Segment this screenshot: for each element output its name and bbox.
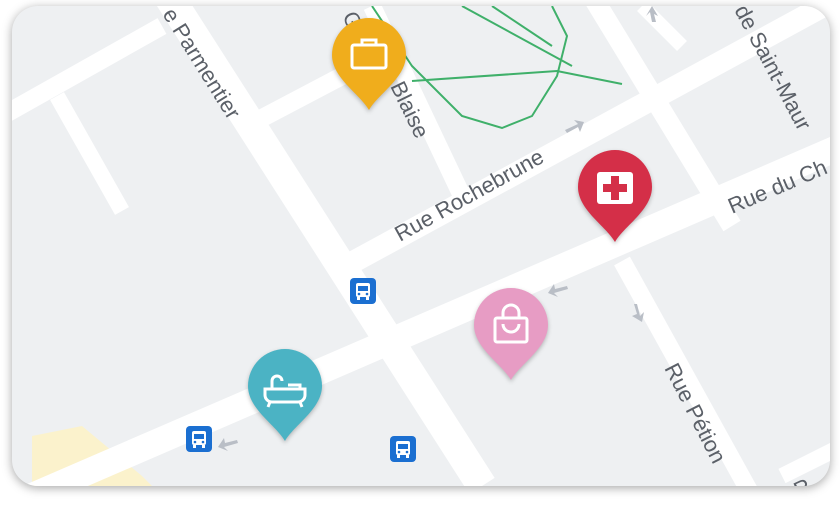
bus-stop-marker[interactable] — [186, 426, 212, 452]
bus-icon — [390, 436, 416, 462]
map-card[interactable]: e Parmentier G Blaise Rue Rochebrune de … — [12, 6, 830, 486]
street-label-rochebrune: Rue Rochebrune — [390, 144, 548, 247]
map-canvas[interactable]: e Parmentier G Blaise Rue Rochebrune de … — [12, 6, 830, 486]
bus-icon — [350, 278, 376, 304]
poi-pin-bath[interactable] — [248, 349, 322, 445]
poi-pin-medical[interactable] — [578, 150, 652, 246]
bus-icon — [186, 426, 212, 452]
bus-stop-marker[interactable] — [350, 278, 376, 304]
poi-pin-shopping[interactable] — [474, 288, 548, 384]
bus-stop-marker[interactable] — [390, 436, 416, 462]
medical-cross-icon — [597, 172, 633, 204]
poi-pin-work[interactable] — [332, 18, 406, 114]
